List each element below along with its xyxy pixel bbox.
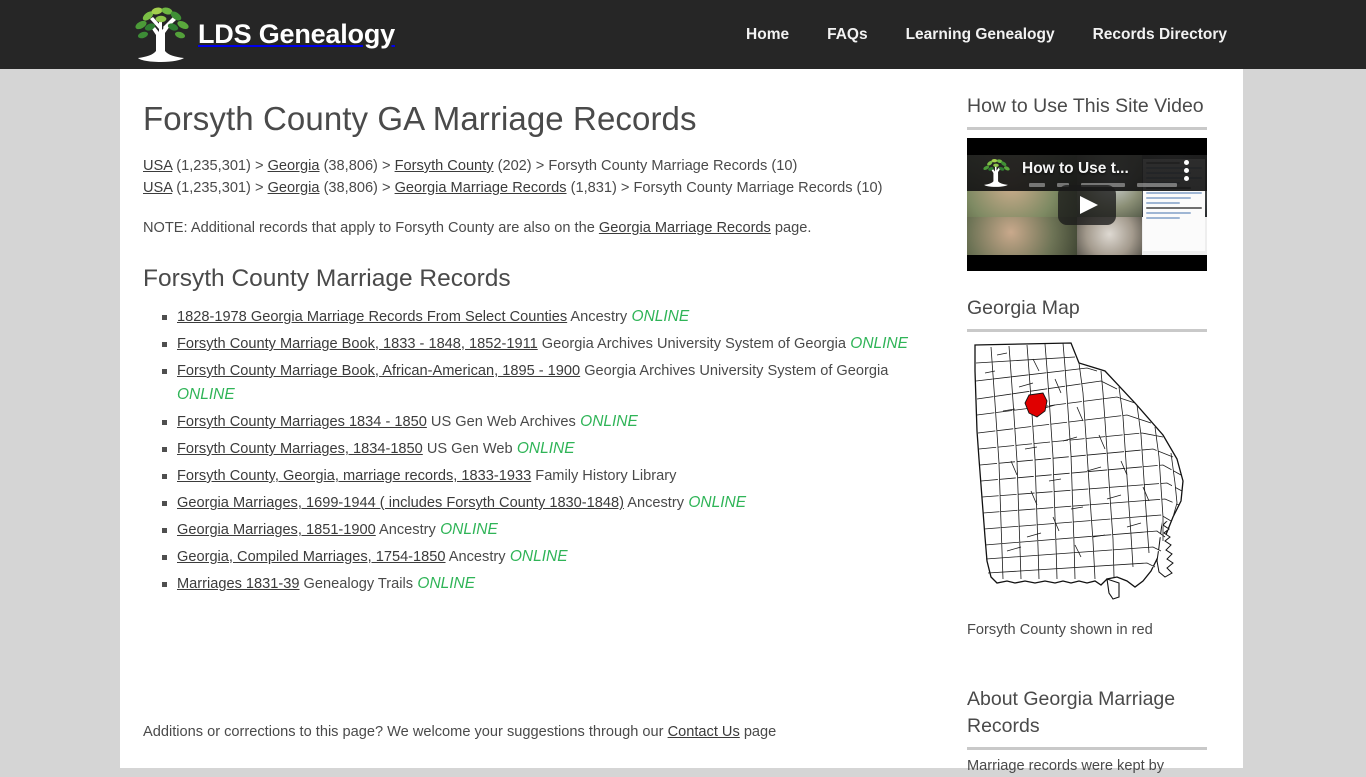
breadcrumb-separator: > — [620, 180, 630, 196]
sidebar-heading-map: Georgia Map — [967, 297, 1080, 319]
georgia-county-map — [967, 341, 1207, 614]
breadcrumb-row-1: USA (1,235,301) > Georgia (38,806) > For… — [143, 158, 797, 174]
georgia-county-map-svg — [974, 342, 1184, 600]
how-to-use-video-player[interactable]: How to Use t... — [967, 138, 1207, 271]
online-badge: ONLINE — [684, 494, 747, 511]
divider — [967, 747, 1207, 750]
record-list-item: 1828-1978 Georgia Marriage Records From … — [162, 305, 938, 329]
note-prefix: NOTE: Additional records that apply to F… — [143, 220, 599, 236]
record-source: Genealogy Trails — [299, 576, 414, 592]
online-badge: ONLINE — [505, 548, 568, 565]
record-list-item: Forsyth County, Georgia, marriage record… — [162, 464, 938, 488]
online-badge: ONLINE — [845, 335, 908, 352]
online-badge: ONLINE — [575, 413, 638, 430]
breadcrumb-separator: > — [381, 158, 391, 174]
note-suffix: page. — [770, 220, 812, 236]
record-list-item: Georgia Marriages, 1699-1944 ( includes … — [162, 491, 938, 515]
record-list-item: Forsyth County Marriage Book, 1833 - 184… — [162, 332, 938, 356]
section-title: Forsyth County Marriage Records — [143, 265, 511, 292]
breadcrumb-separator: > — [254, 158, 264, 174]
record-list-item: Forsyth County Marriages 1834 - 1850 US … — [162, 410, 938, 434]
breadcrumb-separator: > — [535, 158, 545, 174]
sidebar-heading-about: About Georgia Marriage Records — [967, 688, 1176, 737]
page-title: Forsyth County GA Marriage Records — [143, 100, 697, 137]
breadcrumb2-link-usa[interactable]: USA — [143, 180, 172, 196]
breadcrumb-count-usa: (1,235,301) — [176, 158, 251, 174]
record-list-item: Marriages 1831-39 Genealogy Trails ONLIN… — [162, 572, 938, 596]
contact-us-link[interactable]: Contact Us — [668, 724, 740, 740]
about-body-text: Marriage records were kept by — [967, 758, 1165, 774]
record-link[interactable]: Marriages 1831-39 — [177, 576, 300, 592]
map-caption: Forsyth County shown in red — [967, 622, 1153, 638]
brand-name: LDS Genealogy — [198, 18, 395, 49]
record-source: Family History Library — [531, 468, 677, 484]
note-text: NOTE: Additional records that apply to F… — [143, 218, 943, 239]
record-link[interactable]: Georgia Marriages, 1699-1944 ( includes … — [177, 495, 624, 511]
breadcrumb2-link-georgia-marriage-records[interactable]: Georgia Marriage Records — [395, 180, 567, 196]
record-link[interactable]: Georgia, Compiled Marriages, 1754-1850 — [177, 549, 446, 565]
sidebar-heading-video: How to Use This Site Video — [967, 95, 1204, 117]
record-link[interactable]: Georgia Marriages, 1851-1900 — [177, 522, 376, 538]
record-link[interactable]: 1828-1978 Georgia Marriage Records From … — [177, 309, 567, 325]
sidebar: How to Use This Site Video How to Use t.… — [967, 69, 1217, 777]
online-badge: ONLINE — [413, 575, 476, 592]
record-source: Ancestry — [623, 495, 685, 511]
online-badge: ONLINE — [435, 521, 498, 538]
record-link[interactable]: Forsyth County Marriages, 1834-1850 — [177, 441, 423, 457]
record-source: Ancestry — [445, 549, 506, 565]
breadcrumb-count-forsyth: (202) — [497, 158, 532, 174]
breadcrumb2-count-gmr: (1,831) — [570, 180, 617, 196]
main-column: Forsyth County GA Marriage Records USA (… — [143, 69, 943, 599]
record-source: Ancestry — [567, 309, 628, 325]
divider — [967, 329, 1207, 332]
records-list: 1828-1978 Georgia Marriage Records From … — [143, 305, 938, 596]
breadcrumb-link-georgia[interactable]: Georgia — [268, 158, 320, 174]
breadcrumb-link-usa[interactable]: USA — [143, 158, 172, 174]
nav-records-directory[interactable]: Records Directory — [1074, 26, 1246, 44]
note-link-georgia-marriage-records[interactable]: Georgia Marriage Records — [599, 220, 771, 236]
breadcrumb2-link-georgia[interactable]: Georgia — [268, 180, 320, 196]
main-navigation: Home FAQs Learning Genealogy Records Dir… — [727, 0, 1246, 69]
record-source: US Gen Web — [422, 441, 513, 457]
record-source: Georgia Archives University System of Ge… — [580, 363, 889, 379]
record-link[interactable]: Forsyth County Marriage Book, African-Am… — [177, 363, 580, 379]
brand-logo-link[interactable]: LDS Genealogy — [128, 5, 395, 63]
record-source: US Gen Web Archives — [426, 414, 576, 430]
divider — [967, 127, 1207, 130]
breadcrumb2-count-georgia: (38,806) — [323, 180, 378, 196]
record-link[interactable]: Forsyth County, Georgia, marriage record… — [177, 468, 531, 484]
breadcrumb-count-georgia: (38,806) — [323, 158, 378, 174]
record-source: Georgia Archives University System of Ge… — [537, 336, 846, 352]
record-link[interactable]: Forsyth County Marriage Book, 1833 - 184… — [177, 336, 538, 352]
record-list-item: Forsyth County Marriages, 1834-1850 US G… — [162, 437, 938, 461]
online-badge: ONLINE — [177, 386, 235, 403]
site-header: LDS Genealogy Home FAQs Learning Genealo… — [0, 0, 1366, 69]
record-list-item: Georgia, Compiled Marriages, 1754-1850 A… — [162, 545, 938, 569]
breadcrumb-current: Forsyth County Marriage Records (10) — [548, 158, 798, 174]
nav-learning-genealogy[interactable]: Learning Genealogy — [887, 26, 1074, 44]
breadcrumb-row-2: USA (1,235,301) > Georgia (38,806) > Geo… — [143, 180, 883, 196]
footer-note: Additions or corrections to this page? W… — [143, 724, 943, 740]
online-badge: ONLINE — [512, 440, 575, 457]
record-list-item: Georgia Marriages, 1851-1900 Ancestry ON… — [162, 518, 938, 542]
tree-logo-icon — [135, 7, 189, 62]
nav-faqs[interactable]: FAQs — [808, 26, 886, 44]
nav-home[interactable]: Home — [727, 26, 808, 44]
video-overlay-title: How to Use t... — [1022, 160, 1129, 177]
breadcrumb-separator: > — [381, 180, 391, 196]
breadcrumb2-current: Forsyth County Marriage Records (10) — [633, 180, 883, 196]
play-button-icon[interactable] — [1058, 184, 1116, 225]
content-container: Forsyth County GA Marriage Records USA (… — [120, 69, 1243, 774]
online-badge: ONLINE — [627, 308, 690, 325]
record-link[interactable]: Forsyth County Marriages 1834 - 1850 — [177, 414, 427, 430]
breadcrumb2-count-usa: (1,235,301) — [176, 180, 251, 196]
breadcrumb-link-forsyth-county[interactable]: Forsyth County — [395, 158, 494, 174]
record-source: Ancestry — [375, 522, 436, 538]
breadcrumb-separator: > — [254, 180, 264, 196]
footer-note-prefix: Additions or corrections to this page? W… — [143, 723, 668, 740]
breadcrumb: USA (1,235,301) > Georgia (38,806) > For… — [143, 155, 883, 199]
footer-note-suffix: page — [739, 723, 777, 740]
record-list-item: Forsyth County Marriage Book, African-Am… — [162, 359, 938, 407]
